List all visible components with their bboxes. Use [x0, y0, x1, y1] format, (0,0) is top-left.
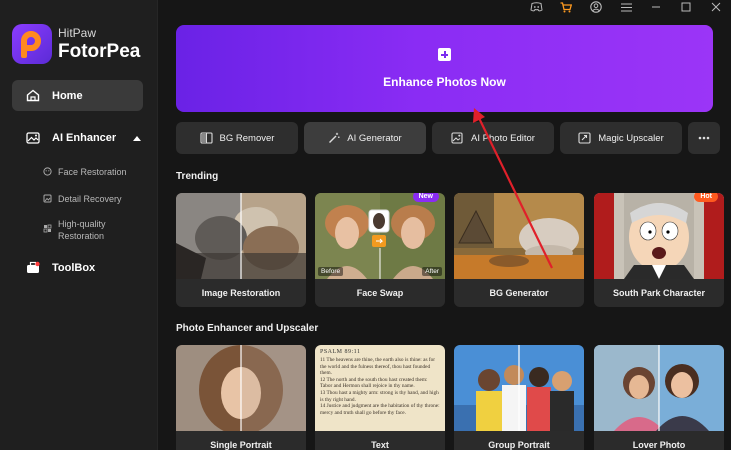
magic-upscaler-button[interactable]: Magic Upscaler — [560, 122, 682, 154]
sidebar-subitem-detail-recovery[interactable]: Detail Recovery — [43, 193, 122, 205]
psalm-line: 12 The north and the south thou hast cre… — [320, 376, 428, 390]
card-label: Group Portrait — [488, 440, 550, 450]
trending-title: Trending — [176, 171, 219, 182]
image-restoration-thumbnail — [176, 193, 306, 279]
sidebar-subitem-label: High-quality Restoration — [58, 219, 106, 241]
image-enhance-icon — [26, 132, 40, 144]
single-portrait-thumbnail — [176, 345, 306, 431]
group-portrait-thumbnail — [454, 345, 584, 431]
card-label: Text — [371, 440, 389, 450]
hq-restore-icon — [43, 224, 52, 233]
card-label: Lover Photo — [632, 440, 686, 450]
sidebar-subitem-label: Face Restoration — [58, 167, 127, 177]
card-image-restoration[interactable]: Image Restoration — [176, 193, 306, 307]
tool-label: BG Remover — [219, 132, 275, 144]
tool-label: AI Generator — [347, 132, 402, 144]
psalm-line: 14 Justice and judgment are the habitati… — [320, 403, 440, 416]
face-icon — [43, 167, 52, 176]
sidebar-item-ai-enhancer[interactable]: AI Enhancer — [26, 129, 141, 147]
sidebar: HitPaw FotorPea Home AI Enhancer Face Re… — [0, 0, 158, 450]
new-badge: New — [412, 193, 439, 202]
tool-label: Magic Upscaler — [598, 132, 664, 144]
south-park-thumbnail — [594, 193, 724, 279]
app-logo: HitPaw FotorPea — [12, 24, 140, 64]
after-label: After — [422, 267, 442, 276]
toolbox-icon — [27, 261, 40, 273]
enhance-photos-label: Enhance Photos Now — [383, 75, 506, 89]
bg-generator-thumbnail — [454, 193, 584, 279]
main-content: Enhance Photos Now BG Remover AI Generat… — [158, 0, 731, 450]
more-tools-button[interactable] — [688, 122, 720, 154]
sidebar-subitem-face-restoration[interactable]: Face Restoration — [43, 166, 127, 178]
sidebar-item-label: ToolBox — [52, 261, 96, 274]
sidebar-item-home[interactable]: Home — [12, 80, 143, 111]
upscale-icon — [578, 132, 591, 144]
plus-icon — [438, 48, 451, 61]
home-icon — [26, 89, 40, 102]
enhance-photos-button[interactable]: Enhance Photos Now — [176, 25, 713, 112]
card-south-park[interactable]: Hot South Park Character — [594, 193, 724, 307]
lover-photo-thumbnail — [594, 345, 724, 431]
sidebar-subitem-hq-restoration[interactable]: High-quality Restoration — [43, 218, 106, 242]
hot-badge: Hot — [694, 193, 718, 202]
app-name: FotorPea — [58, 41, 141, 62]
sidebar-subitem-label: Detail Recovery — [58, 194, 122, 204]
fotorpea-logo-icon — [12, 24, 52, 64]
bg-remover-button[interactable]: BG Remover — [176, 122, 298, 154]
sidebar-item-label: Home — [52, 89, 83, 102]
more-icon — [698, 136, 710, 140]
card-label: BG Generator — [489, 288, 549, 298]
card-face-swap[interactable]: Before After New Face Swap — [315, 193, 445, 307]
magic-wand-icon — [329, 132, 340, 143]
psalm-header: PSALM 89:11 — [320, 349, 361, 355]
sidebar-item-toolbox[interactable]: ToolBox — [26, 261, 95, 274]
card-label: Image Restoration — [201, 288, 281, 298]
card-label: Single Portrait — [210, 440, 272, 450]
card-lover-photo[interactable]: Lover Photo — [594, 345, 724, 450]
chevron-up-icon[interactable] — [133, 135, 141, 141]
ai-photo-editor-button[interactable]: AI Photo Editor — [432, 122, 554, 154]
psalm-line: 13 Thou hast a mighty arm: strong is thy… — [320, 389, 439, 403]
ai-generator-button[interactable]: AI Generator — [304, 122, 426, 154]
enhancer-section-title: Photo Enhancer and Upscaler — [176, 323, 319, 334]
psalm-line: 11 The heavens are thine, the earth also… — [320, 357, 436, 377]
card-label: Face Swap — [356, 288, 404, 298]
card-label: South Park Character — [612, 288, 706, 298]
card-text[interactable]: PSALM 89:11 11 The heavens are thine, th… — [315, 345, 445, 450]
tool-bar: BG Remover AI Generator AI Photo Editor … — [176, 122, 720, 154]
before-label: Before — [318, 267, 344, 276]
detail-icon — [43, 194, 52, 203]
sidebar-item-label: AI Enhancer — [52, 132, 117, 144]
brand-name: HitPaw — [58, 26, 97, 40]
card-group-portrait[interactable]: Group Portrait — [454, 345, 584, 450]
tool-label: AI Photo Editor — [471, 132, 535, 144]
card-bg-generator[interactable]: BG Generator — [454, 193, 584, 307]
text-thumbnail: PSALM 89:11 11 The heavens are thine, th… — [315, 345, 445, 431]
photo-edit-icon — [451, 132, 463, 144]
card-single-portrait[interactable]: Single Portrait — [176, 345, 306, 450]
bg-remover-icon — [199, 132, 213, 144]
